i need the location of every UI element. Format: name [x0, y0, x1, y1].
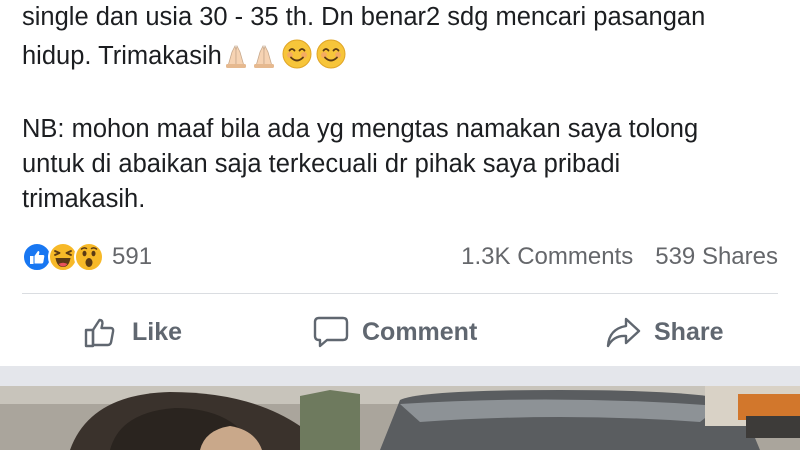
nb-line-1: NB: mohon maaf bila ada yg mengtas namak… — [22, 115, 699, 143]
post-nb-paragraph: NB: mohon maaf bila ada yg mengtas namak… — [22, 112, 698, 217]
share-button[interactable]: Share — [604, 313, 723, 351]
comment-icon — [313, 316, 349, 348]
post-stats: 591 1.3K Comments 539 Shares — [22, 238, 778, 276]
nb-line-3: trimakasih. — [22, 185, 146, 213]
next-post-photo[interactable] — [0, 386, 800, 450]
share-arrow-icon — [606, 317, 641, 348]
post-actions: Like Comment Share — [0, 300, 800, 364]
comment-label: Comment — [362, 317, 478, 346]
feed-separator — [0, 366, 800, 386]
divider — [22, 293, 778, 294]
folded-hands-icon — [225, 44, 246, 68]
share-label: Share — [654, 317, 724, 346]
thumbs-up-icon — [84, 318, 115, 348]
folded-hands-icon — [253, 44, 274, 68]
reaction-count: 591 — [112, 243, 153, 270]
shares-count[interactable]: 539 Shares — [655, 243, 778, 271]
post-line-2-text: hidup. Trimakasih — [22, 42, 222, 70]
nb-line-2: untuk di abaikan saja terkecuali dr piha… — [22, 150, 621, 178]
like-label: Like — [132, 317, 183, 346]
photo-image — [0, 386, 800, 450]
smiling-face-icon — [316, 39, 346, 69]
engagement-counts: 1.3K Comments 539 Shares — [461, 243, 778, 271]
post-line-2: hidup. Trimakasih — [22, 39, 346, 74]
post-line-1: single dan usia 30 - 35 th. Dn benar2 sd… — [22, 3, 706, 31]
reactions-summary[interactable]: 591 — [22, 242, 152, 272]
wow-reaction-icon — [74, 242, 104, 272]
comment-button[interactable]: Comment — [312, 313, 477, 351]
comments-count[interactable]: 1.3K Comments — [461, 243, 633, 271]
like-button[interactable]: Like — [82, 313, 182, 351]
smiling-face-icon — [282, 39, 312, 69]
